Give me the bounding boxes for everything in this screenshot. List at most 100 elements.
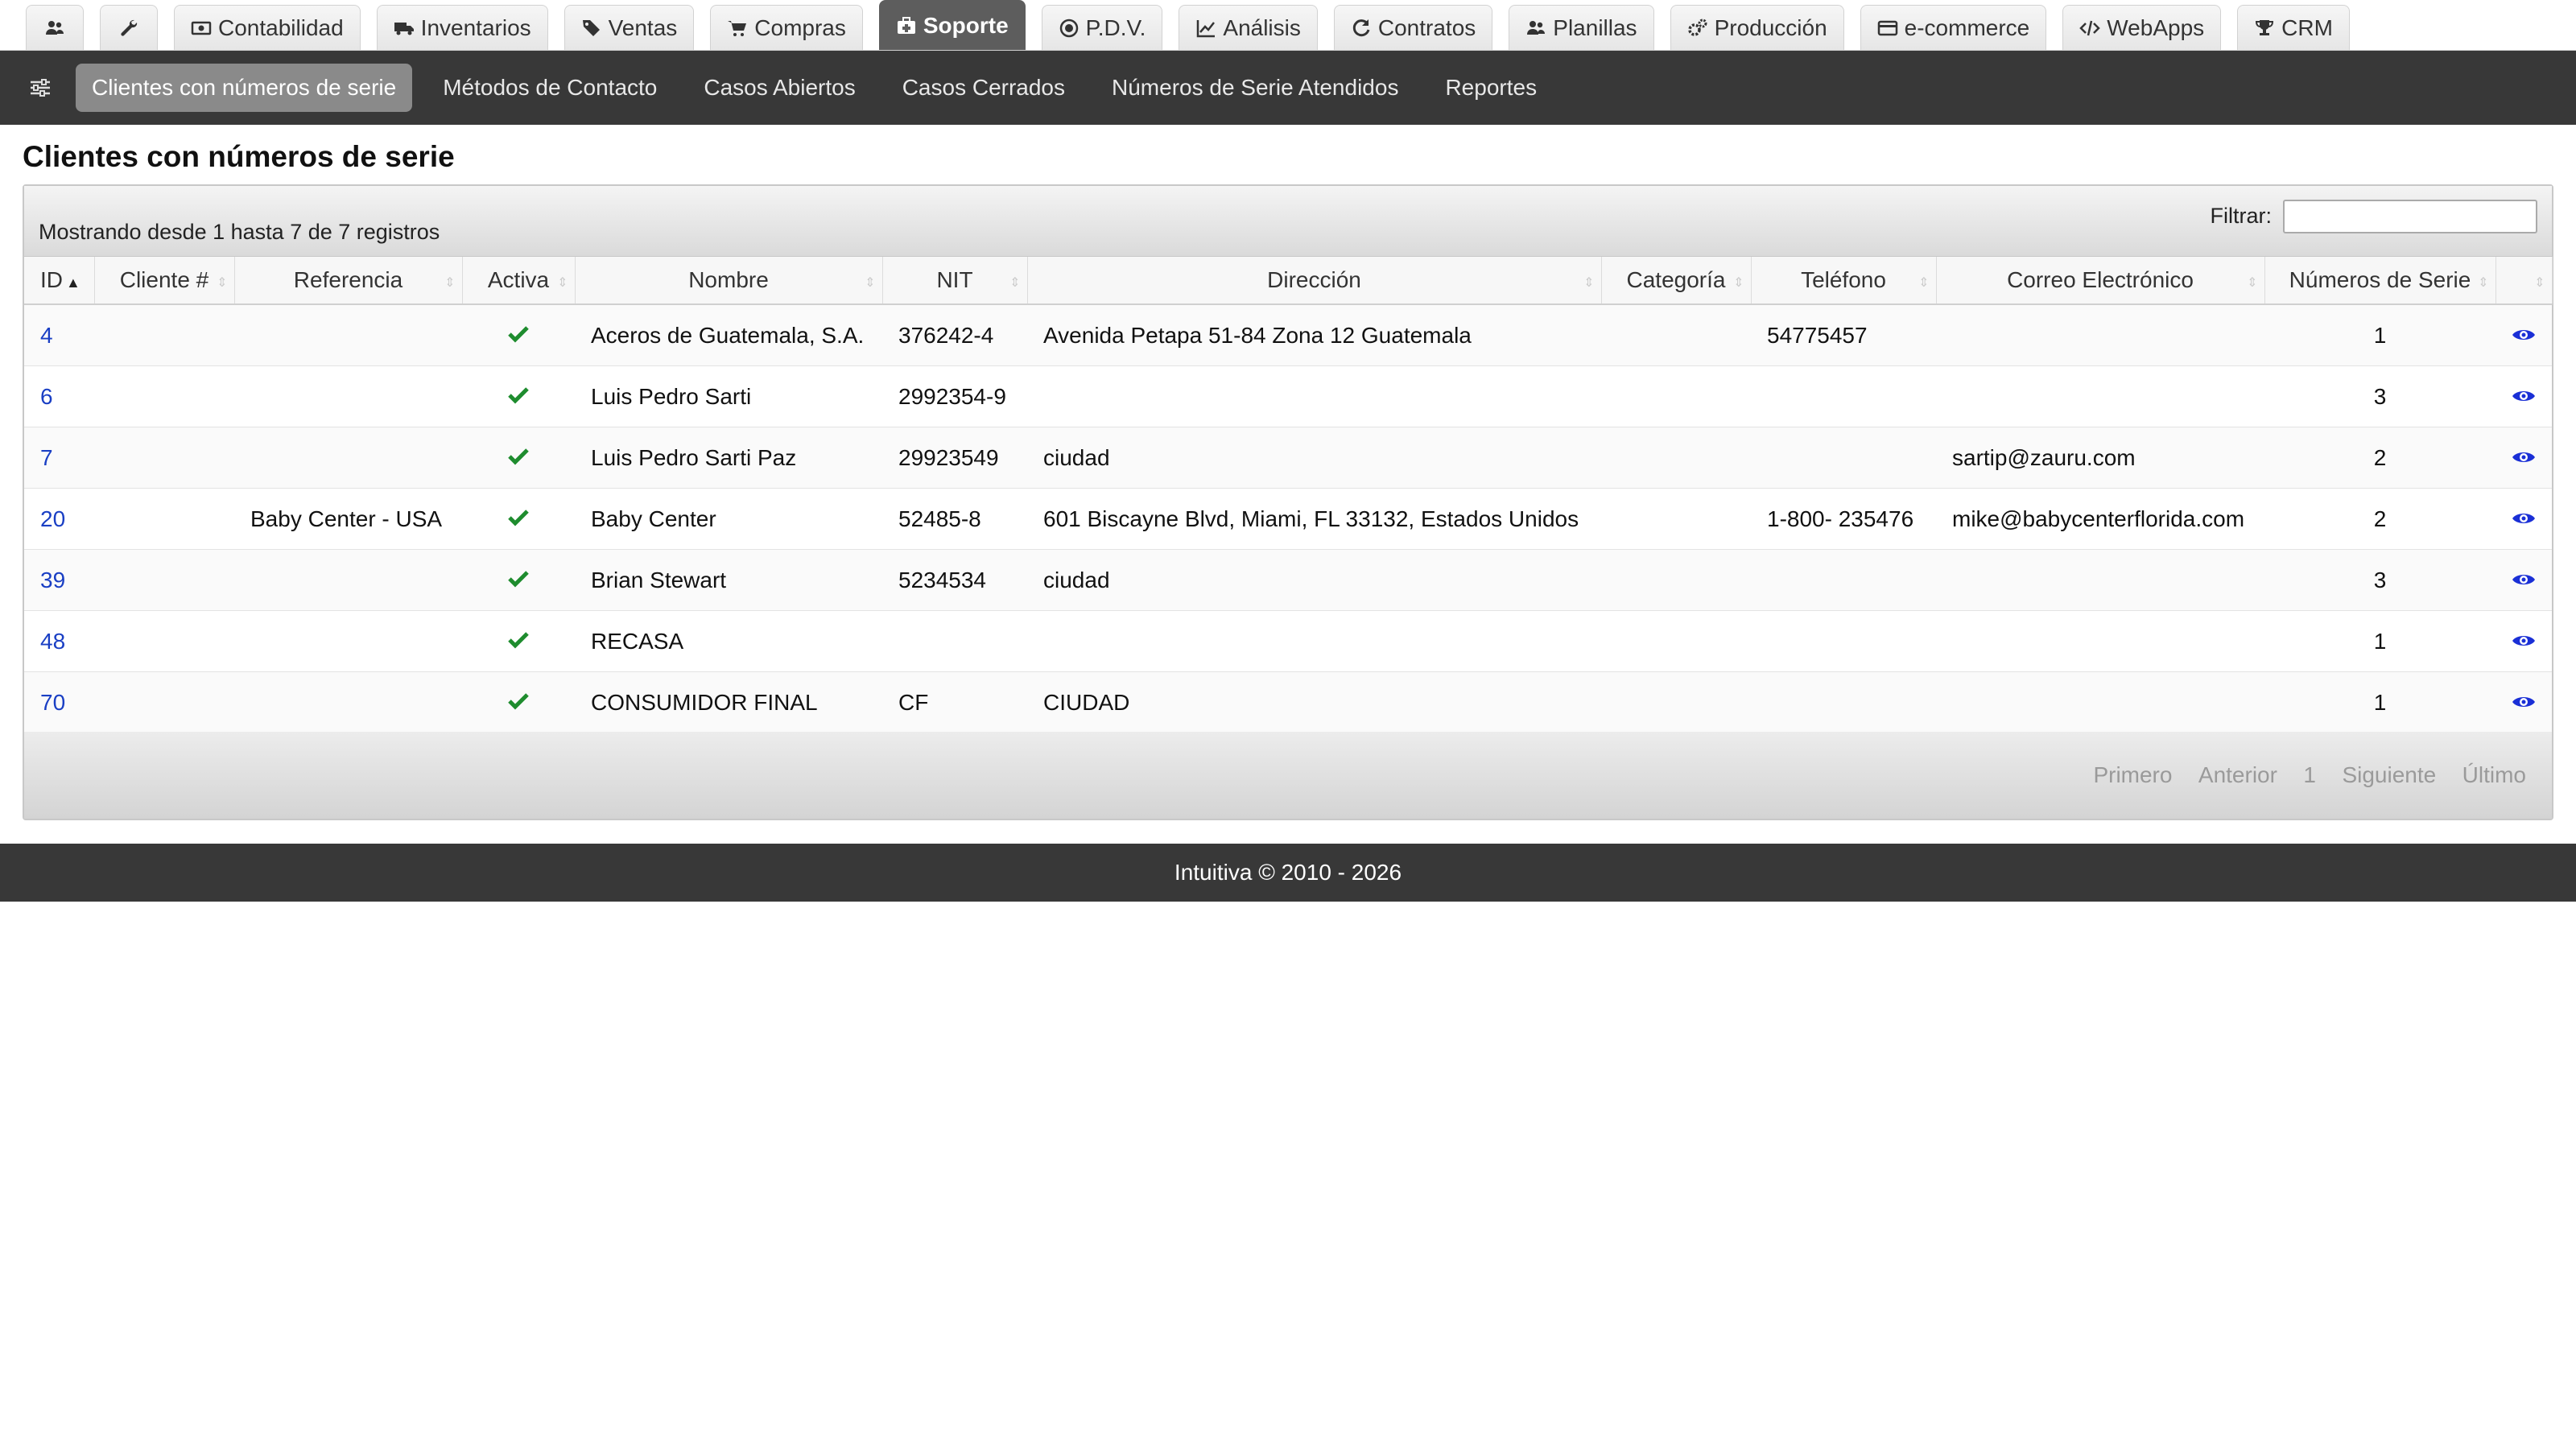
column-header[interactable]: Nombre ⇕ — [575, 257, 883, 305]
cell-cliente — [94, 365, 234, 427]
cell-series: 3 — [2264, 549, 2496, 611]
filter-input[interactable] — [2283, 199, 2537, 233]
cell-action — [2496, 427, 2552, 489]
cell-direccion: Avenida Petapa 51-84 Zona 12 Guatemala — [1027, 304, 1601, 366]
eye-icon[interactable] — [2512, 629, 2536, 654]
client-id-link[interactable]: 4 — [40, 323, 53, 348]
pagination-last[interactable]: Último — [2451, 762, 2537, 787]
subnav-item[interactable]: Métodos de Contacto — [427, 64, 673, 112]
column-header[interactable]: Referencia ⇕ — [234, 257, 463, 305]
tab-compras[interactable]: Compras — [710, 5, 863, 50]
cell-nombre: Luis Pedro Sarti Paz — [575, 427, 882, 489]
client-id-link[interactable]: 39 — [40, 568, 65, 592]
table-panel: Mostrando desde 1 hasta 7 de 7 registros… — [23, 184, 2553, 820]
subnav-item[interactable]: Casos Cerrados — [886, 64, 1081, 112]
column-header[interactable]: Números de Serie ⇕ — [2264, 257, 2496, 305]
table-row: 7 Luis Pedro Sarti Paz 29923549 ciudad sarti… — [24, 427, 2552, 489]
cell-categoria — [1601, 671, 1751, 735]
column-header[interactable]: Dirección ⇕ — [1027, 257, 1602, 305]
tab-label: Contratos — [1377, 14, 1476, 40]
sort-icon: ⇕ — [2478, 276, 2489, 290]
subnav-item[interactable]: Casos Abiertos — [687, 64, 871, 112]
sub-nav: Clientes con números de serie Métodos de … — [0, 51, 2576, 125]
cell-id: 6 — [24, 365, 94, 427]
tab-an-lisis[interactable]: Análisis — [1179, 5, 1318, 50]
cell-id: 20 — [24, 488, 94, 550]
tab-producci-n[interactable]: Producción — [1670, 5, 1844, 50]
cell-activa — [462, 671, 575, 735]
column-header[interactable]: Teléfono ⇕ — [1751, 257, 1937, 305]
tab-users[interactable] — [26, 5, 84, 50]
cell-direccion: 601 Biscayne Blvd, Miami, FL 33132, Esta… — [1027, 488, 1601, 550]
subnav-item[interactable]: Reportes — [1429, 64, 1553, 112]
column-header-label: Dirección — [1267, 267, 1361, 292]
cell-series: 3 — [2264, 365, 2496, 427]
sort-icon: ⇕ — [1733, 276, 1744, 290]
eye-icon[interactable] — [2512, 323, 2536, 348]
footer-text: Intuitiva © 2010 - 2026 — [1174, 860, 1402, 885]
cell-direccion: ciudad — [1027, 427, 1601, 489]
client-id-link[interactable]: 48 — [40, 629, 65, 654]
tab-wrench[interactable] — [100, 5, 158, 50]
check-icon — [508, 445, 529, 470]
eye-icon[interactable] — [2512, 690, 2536, 715]
column-header[interactable]: Categoría ⇕ — [1601, 257, 1752, 305]
tab-crm[interactable]: CRM — [2237, 5, 2350, 50]
pagination-next[interactable]: Siguiente — [2330, 762, 2447, 787]
cell-telefono — [1751, 427, 1936, 489]
table-row: 6 Luis Pedro Sarti 2992354-9 3 — [24, 365, 2552, 427]
check-icon — [508, 384, 529, 409]
eye-icon[interactable] — [2512, 384, 2536, 409]
sort-icon: ⇕ — [2534, 276, 2545, 290]
column-header[interactable]: ID ▲ — [24, 257, 95, 305]
cell-cliente — [94, 549, 234, 611]
column-header[interactable]: Cliente # ⇕ — [94, 257, 235, 305]
eye-icon[interactable] — [2512, 445, 2536, 470]
filter-group: Filtrar: — [2211, 199, 2537, 233]
client-id-link[interactable]: 6 — [40, 384, 53, 409]
tab-planillas[interactable]: Planillas — [1509, 5, 1654, 50]
table-body: 4 Aceros de Guatemala, S.A. 376242-4 Avenid… — [24, 304, 2552, 735]
eye-icon[interactable] — [2512, 568, 2536, 592]
cell-activa — [462, 365, 575, 427]
cell-nombre: Aceros de Guatemala, S.A. — [575, 304, 882, 366]
truck-icon — [394, 18, 415, 39]
column-header[interactable]: Activa ⇕ — [462, 257, 576, 305]
tab-soporte[interactable]: Soporte — [878, 0, 1026, 50]
client-id-link[interactable]: 7 — [40, 445, 53, 470]
eye-icon[interactable] — [2512, 506, 2536, 531]
cell-categoria — [1601, 610, 1751, 672]
cell-activa — [462, 610, 575, 672]
sort-icon: ⇕ — [217, 276, 228, 290]
column-header[interactable]: ⇕ — [2496, 257, 2553, 305]
column-header[interactable]: Correo Electrónico ⇕ — [1936, 257, 2265, 305]
tab-inventarios[interactable]: Inventarios — [376, 5, 548, 50]
sliders-icon[interactable] — [24, 72, 56, 104]
sort-icon: ⇕ — [865, 276, 876, 290]
tab-webapps[interactable]: WebApps — [2062, 5, 2222, 50]
tab-ventas[interactable]: Ventas — [564, 5, 695, 50]
client-id-link[interactable]: 70 — [40, 690, 65, 715]
cell-action — [2496, 671, 2552, 735]
cell-direccion: CIUDAD — [1027, 671, 1601, 735]
medkit-icon — [896, 15, 917, 36]
cell-cliente — [94, 427, 234, 489]
tab-contabilidad[interactable]: Contabilidad — [174, 5, 361, 50]
top-nav: Contabilidad Inventarios Ventas Compras Sopo… — [0, 0, 2576, 51]
column-header[interactable]: NIT ⇕ — [882, 257, 1028, 305]
subnav-item[interactable]: Números de Serie Atendidos — [1096, 64, 1414, 112]
tab-p-d-v[interactable]: P.D.V. — [1041, 5, 1163, 50]
check-icon — [508, 568, 529, 592]
tab-e-commerce[interactable]: e-commerce — [1860, 5, 2047, 50]
cogs-icon — [1687, 18, 1708, 39]
cell-cliente — [94, 488, 234, 550]
column-header-label: Referencia — [293, 267, 403, 292]
pagination-prev[interactable]: Anterior — [2187, 762, 2289, 787]
tab-contratos[interactable]: Contratos — [1333, 5, 1493, 50]
pagination-first[interactable]: Primero — [2082, 762, 2183, 787]
table-row: 48 RECASA 1 — [24, 610, 2552, 672]
subnav-item[interactable]: Clientes con números de serie — [76, 64, 413, 112]
client-id-link[interactable]: 20 — [40, 506, 65, 531]
sort-icon: ⇕ — [557, 276, 568, 290]
pagination-page[interactable]: 1 — [2292, 762, 2327, 787]
